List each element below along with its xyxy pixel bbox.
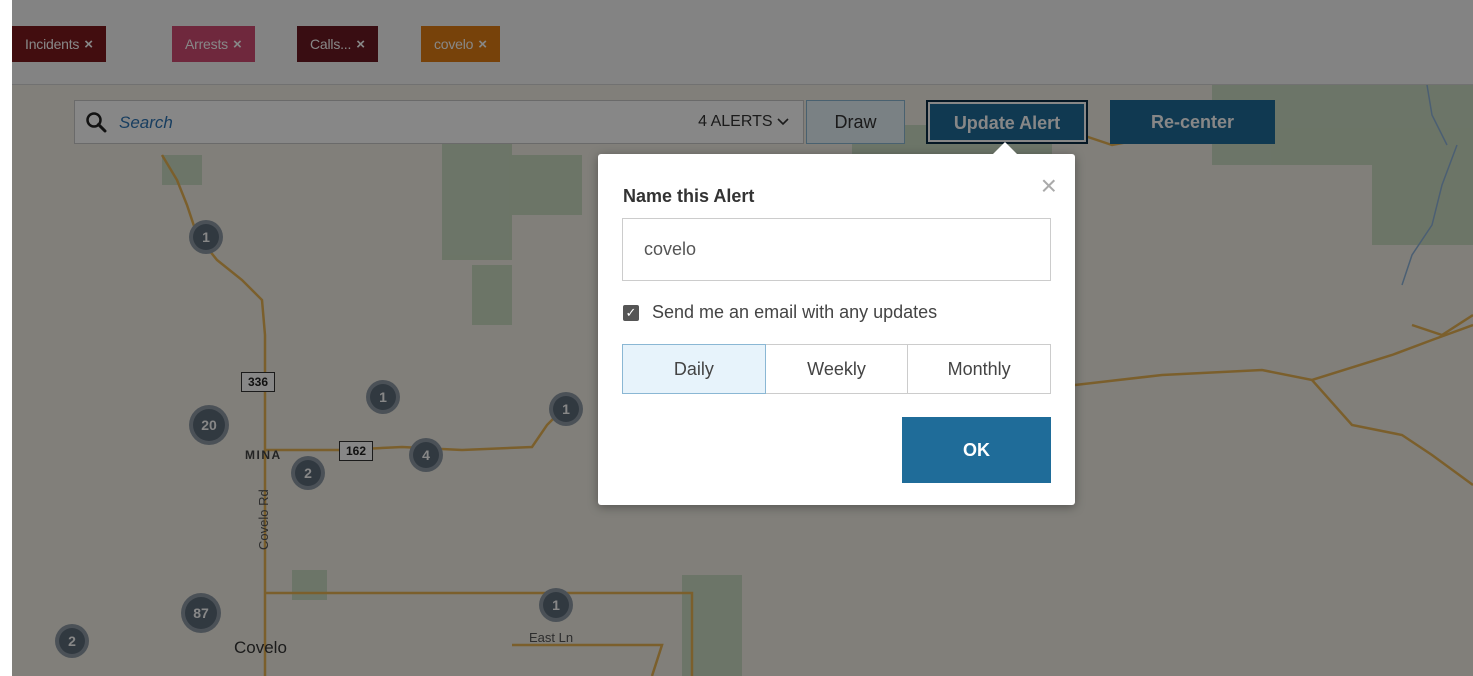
cluster-marker[interactable]: 2: [55, 624, 89, 658]
popover-arrow: [993, 142, 1017, 154]
place-label-covelo: Covelo: [234, 638, 287, 657]
filter-chip-label: covelo: [434, 36, 474, 52]
filter-chip-label: Arrests: [185, 36, 228, 52]
filter-chip-label: Calls...: [310, 36, 352, 52]
filter-bar: Incidents × Arrests × Calls... × covelo ×: [12, 0, 1473, 85]
filter-chip-covelo[interactable]: covelo ×: [421, 26, 500, 62]
remove-icon[interactable]: ×: [233, 36, 242, 53]
filter-chip-arrests[interactable]: Arrests ×: [172, 26, 255, 62]
remove-icon[interactable]: ×: [356, 36, 365, 53]
place-label-mina: MINA: [245, 448, 282, 462]
alert-name-input[interactable]: covelo: [622, 218, 1051, 281]
chevron-down-icon: [777, 118, 789, 126]
email-checkbox[interactable]: ✓: [623, 305, 639, 321]
frequency-option-weekly[interactable]: Weekly: [766, 345, 909, 393]
route-shield-162: 162: [339, 441, 374, 461]
route-shield-336: 336: [241, 372, 276, 392]
update-alert-button[interactable]: Update Alert: [926, 100, 1088, 144]
cluster-marker[interactable]: 1: [366, 380, 400, 414]
ok-button[interactable]: OK: [902, 417, 1051, 483]
alerts-count-label: 4 ALERTS: [698, 113, 773, 130]
alerts-dropdown[interactable]: 4 ALERTS: [698, 113, 789, 131]
cluster-marker[interactable]: 87: [181, 593, 221, 633]
recenter-button[interactable]: Re-center: [1110, 100, 1275, 144]
frequency-option-monthly[interactable]: Monthly: [908, 345, 1050, 393]
alert-dialog: Name this Alert × covelo ✓ Send me an em…: [598, 142, 1075, 505]
road-label-covelo-rd: Covelo Rd: [256, 489, 271, 550]
frequency-option-daily[interactable]: Daily: [622, 344, 766, 394]
cluster-marker[interactable]: 2: [291, 456, 325, 490]
filter-chip-label: Incidents: [25, 36, 80, 52]
road-label-east-ln: East Ln: [529, 630, 574, 645]
app-frame: Incidents × Arrests × Calls... × covelo ×: [12, 0, 1473, 676]
draw-button[interactable]: Draw: [806, 100, 905, 144]
filter-chip-incidents[interactable]: Incidents ×: [12, 26, 106, 62]
cluster-marker[interactable]: 20: [189, 405, 229, 445]
dialog-title: Name this Alert: [623, 186, 755, 206]
email-checkbox-label[interactable]: Send me an email with any updates: [652, 302, 937, 323]
remove-icon[interactable]: ×: [84, 36, 93, 53]
remove-icon[interactable]: ×: [478, 36, 487, 53]
cluster-marker[interactable]: 4: [409, 438, 443, 472]
filter-chip-calls[interactable]: Calls... ×: [297, 26, 378, 62]
search-placeholder[interactable]: Search: [119, 113, 173, 133]
cluster-marker[interactable]: 1: [549, 392, 583, 426]
search-bar[interactable]: Search 4 ALERTS: [74, 100, 804, 144]
search-icon: [86, 112, 107, 133]
frequency-selector: Daily Weekly Monthly: [622, 344, 1051, 394]
cluster-marker[interactable]: 1: [189, 220, 223, 254]
cluster-marker[interactable]: 1: [539, 588, 573, 622]
close-icon[interactable]: ×: [1041, 172, 1057, 200]
